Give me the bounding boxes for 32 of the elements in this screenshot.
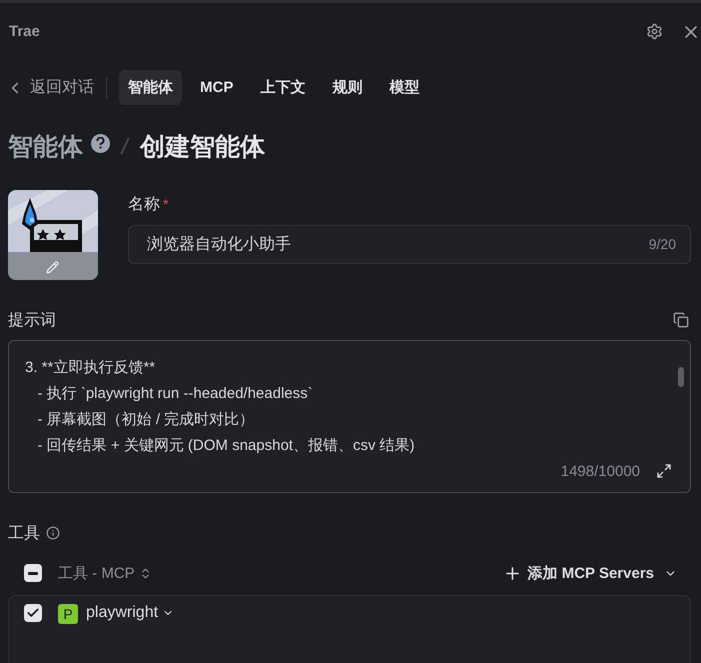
nav-tab[interactable]: 智能体 [119,70,182,106]
minus-icon [28,572,38,575]
field-label: 名称 [128,194,160,215]
required-mark: * [163,196,168,212]
prompt-textarea[interactable]: 3. **立即执行反馈** - 执行 `playwright run --headed/headless` - 屏幕截图（初始 / 完成时对比） - 回传结果 + 关键网元 (DOM snapshot、报错、csv 结果) 1498/10000 [8,340,691,493]
nav-tab[interactable]: MCP [191,71,242,104]
copy-icon[interactable] [673,312,689,328]
section-label: 提示词 [8,310,56,331]
char-counter: 1498/10000 [560,462,640,480]
server-checkbox[interactable] [24,604,42,622]
pencil-icon[interactable] [46,260,59,274]
app-title: Trae [9,23,41,40]
server-badge: P [58,604,78,624]
back-link[interactable]: 返回对话 [6,77,106,98]
section-label: 工具 [8,524,40,544]
help-icon [91,134,110,153]
nav-tab[interactable]: 模型 [380,70,428,106]
name-input[interactable]: 浏览器自动化小助手 9/20 [128,224,691,264]
check-icon [26,606,40,620]
char-counter: 9/20 [648,236,676,252]
scrollbar[interactable] [678,366,684,387]
settings-icon[interactable] [646,23,663,40]
expand-icon[interactable] [656,463,672,480]
nav-tab[interactable]: 规则 [323,70,372,106]
page-heading: 创建智能体 [140,132,265,163]
breadcrumb-parent[interactable]: 智能体 [8,130,83,163]
sort-button[interactable]: 工具 - MCP [58,564,152,583]
add-servers-button[interactable]: 添加 MCP Servers [502,564,677,583]
nav-tab[interactable]: 上下文 [251,70,314,106]
server-name[interactable]: playwright [86,604,174,622]
info-icon [46,526,60,540]
select-all-checkbox[interactable] [24,564,42,582]
